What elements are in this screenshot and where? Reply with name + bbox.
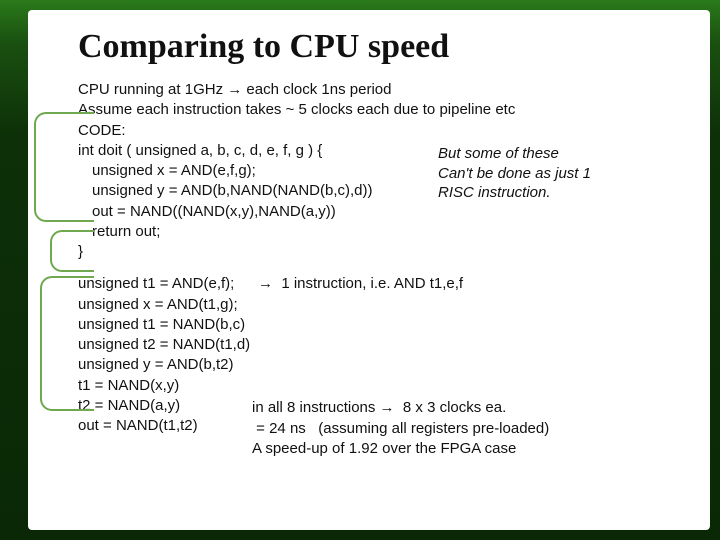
- code-block-1: CPU running at 1GHz → each clock 1ns per…: [78, 80, 684, 262]
- annotation-instruction: → 1 instruction, i.e. AND t1,e,f: [258, 274, 463, 294]
- slide-content: CPU running at 1GHz → each clock 1ns per…: [78, 80, 684, 436]
- code-block-2: unsigned t1 = AND(e,f); unsigned x = AND…: [78, 274, 684, 436]
- code-line: return out;: [78, 222, 684, 242]
- bottom-annotation: in all 8 instructions → 8 x 3 clocks ea.…: [252, 398, 549, 459]
- code-line: unsigned t2 = NAND(t1,d): [78, 335, 684, 355]
- code-line: unsigned y = AND(b,t2): [78, 355, 684, 375]
- code-line: unsigned x = AND(t1,g);: [78, 295, 684, 315]
- code-line: }: [78, 242, 684, 262]
- code-line: CODE:: [78, 121, 684, 141]
- code-line: unsigned t1 = NAND(b,c): [78, 315, 684, 335]
- bracket-icon: [50, 230, 94, 272]
- slide-title: Comparing to CPU speed: [78, 28, 684, 66]
- annotation-line: A speed-up of 1.92 over the FPGA case: [252, 439, 549, 459]
- note-line: Can't be done as just 1: [438, 164, 658, 184]
- annotation-line: = 24 ns (assuming all registers pre-load…: [252, 419, 549, 439]
- code-line: Assume each instruction takes ~ 5 clocks…: [78, 100, 684, 120]
- code-line: CPU running at 1GHz → each clock 1ns per…: [78, 80, 684, 100]
- annotation-line: in all 8 instructions → 8 x 3 clocks ea.: [252, 398, 549, 418]
- bracket-icon: [40, 276, 94, 411]
- code-line: t1 = NAND(x,y): [78, 376, 684, 396]
- note-line: But some of these: [438, 144, 658, 164]
- slide: Comparing to CPU speed CPU running at 1G…: [28, 10, 710, 530]
- note-line: RISC instruction.: [438, 183, 658, 203]
- bracket-icon: [34, 112, 94, 222]
- code-line: out = NAND((NAND(x,y),NAND(a,y)): [78, 202, 684, 222]
- side-note: But some of these Can't be done as just …: [438, 144, 658, 203]
